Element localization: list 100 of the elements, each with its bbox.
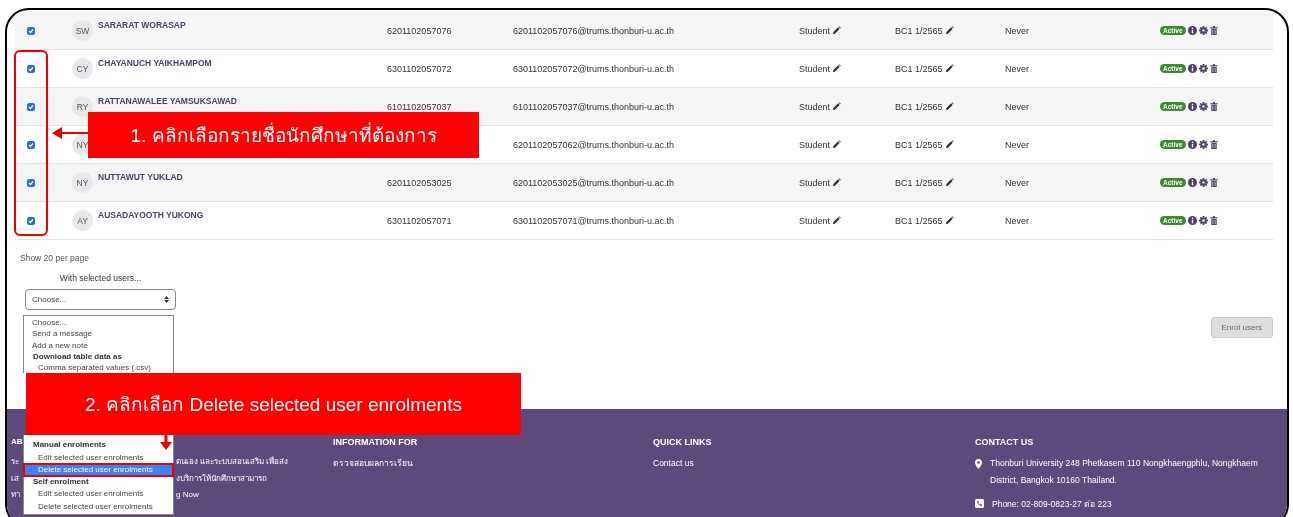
email-address: 6101102057037@trums.thonburi-u.ac.th — [513, 101, 675, 112]
user-avatar: NY — [72, 172, 93, 193]
about-text: งบริการให้นักศึกษาสามารถ — [176, 472, 267, 485]
dropdown-option[interactable]: Send a message — [24, 328, 173, 340]
last-access-text: Never — [1005, 177, 1029, 188]
role-text: Student — [799, 177, 831, 188]
row-checkbox[interactable] — [27, 140, 35, 149]
trash-icon[interactable] — [1209, 216, 1218, 225]
id-number: 6201102053025 — [387, 177, 452, 188]
info-icon[interactable] — [1187, 178, 1197, 187]
about-text: ระ — [11, 456, 19, 468]
user-avatar: CY — [72, 58, 93, 79]
user-name[interactable]: AUSADAYOOTH YUKONG — [98, 210, 204, 220]
sort-caret-icon — [164, 296, 169, 303]
last-access-text: Never — [1005, 139, 1029, 150]
user-name[interactable]: SARARAT WORASAP — [98, 20, 186, 30]
info-icon[interactable] — [1187, 140, 1197, 149]
role-text: Student — [799, 101, 831, 112]
email-address: 6201102057062@trums.thonburi-u.ac.th — [513, 139, 675, 150]
pencil-icon[interactable] — [832, 216, 842, 225]
annotation-callout: 1. คลิกเลือกรายชื่อนักศึกษาที่ต้องการ — [88, 112, 479, 158]
user-name[interactable]: RATTANAWALEE YAMSUKSAWAD — [98, 96, 237, 106]
role-text: Student — [799, 25, 831, 36]
row-checkbox[interactable] — [27, 64, 35, 73]
option-group-label: Self enrolment — [33, 476, 89, 489]
user-avatar: AY — [72, 210, 93, 231]
info-icon[interactable] — [1187, 26, 1197, 35]
dropdown-option[interactable]: Comma separated values (.csv) — [24, 362, 173, 374]
settings-icon[interactable] — [1198, 64, 1208, 73]
row-checkbox[interactable] — [27, 26, 35, 35]
dropdown-option[interactable]: Edit selected user enrolments — [24, 451, 173, 464]
phone-text: Phone: 02-809-0823-27 ต่อ 223 — [992, 498, 1112, 511]
role-text: Student — [799, 215, 831, 226]
email-address: 6301102057071@trums.thonburi-u.ac.th — [513, 215, 675, 226]
option-group-label: Download table data as — [33, 350, 122, 363]
email-address: 6201102057076@trums.thonburi-u.ac.th — [513, 25, 675, 36]
pencil-icon[interactable] — [944, 140, 954, 149]
pencil-icon[interactable] — [832, 178, 842, 187]
settings-icon[interactable] — [1198, 26, 1208, 35]
last-access-text: Never — [1005, 63, 1029, 74]
trash-icon[interactable] — [1209, 102, 1218, 111]
user-avatar: RY — [72, 96, 93, 117]
dropdown-option[interactable]: Delete selected user enrolments — [24, 500, 173, 513]
row-checkbox[interactable] — [27, 102, 35, 111]
settings-icon[interactable] — [1198, 140, 1208, 149]
pencil-icon[interactable] — [832, 140, 842, 149]
dropdown-option[interactable]: Delete selected user enrolments — [24, 463, 173, 477]
bulk-action-select[interactable]: Choose... — [25, 289, 176, 310]
trash-icon[interactable] — [1209, 64, 1218, 73]
info-icon[interactable] — [1187, 102, 1197, 111]
user-avatar: SW — [72, 20, 93, 41]
user-name[interactable]: CHAYANUCH YAIKHAMPOM — [98, 58, 212, 68]
email-address: 6301102057072@trums.thonburi-u.ac.th — [513, 63, 675, 74]
footer-link[interactable]: Contact us — [653, 455, 975, 472]
row-checkbox[interactable] — [27, 216, 35, 225]
pencil-icon[interactable] — [832, 102, 842, 111]
footer-heading: INFORMATION FOR — [333, 437, 418, 447]
dropdown-option[interactable]: Edit selected user enrolments — [24, 488, 173, 501]
dropdown-option[interactable]: Choose... — [24, 317, 173, 329]
about-text: เส — [11, 472, 19, 485]
id-number: 6301102057072 — [387, 63, 452, 74]
pencil-icon[interactable] — [944, 216, 954, 225]
pencil-icon[interactable] — [832, 26, 842, 35]
settings-icon[interactable] — [1198, 178, 1208, 187]
info-icon[interactable] — [1187, 64, 1197, 73]
about-text: ทา — [11, 489, 20, 501]
role-text: Student — [799, 63, 831, 74]
pointer-arrow — [160, 435, 172, 450]
group-text: BC1 1/2565 — [895, 177, 943, 188]
enrol-users-button[interactable]: Enrol users — [1210, 317, 1273, 338]
pencil-icon[interactable] — [944, 26, 954, 35]
option-group-label: Manual enrolments — [33, 439, 106, 452]
pencil-icon[interactable] — [944, 64, 954, 73]
settings-icon[interactable] — [1198, 102, 1208, 111]
footer-heading: AB — [11, 437, 23, 446]
settings-icon[interactable] — [1198, 216, 1208, 225]
group-text: BC1 1/2565 — [895, 101, 943, 112]
last-access-text: Never — [1005, 101, 1029, 112]
row-checkbox[interactable] — [27, 178, 35, 187]
footer-link[interactable]: ตรวจสอบผลการเรียน — [333, 455, 653, 472]
last-access-text: Never — [1005, 215, 1029, 226]
per-page-link[interactable]: Show 20 per page — [20, 253, 1287, 263]
id-number: 6201102057076 — [387, 25, 452, 36]
info-icon[interactable] — [1187, 216, 1197, 225]
trash-icon[interactable] — [1209, 140, 1218, 149]
about-text: ตนเอง และระบบสอนเสริม เพื่อส่ง — [176, 455, 289, 468]
dropdown-option[interactable]: Add a new note — [24, 339, 173, 351]
address-text: Thonburi University 248 Phetkasem 110 Nongkhaengphlu, Nongkhaem District, Bangkok 10160 Thailand. — [990, 457, 1259, 487]
trash-icon[interactable] — [1209, 26, 1218, 35]
pencil-icon[interactable] — [944, 178, 954, 187]
user-name[interactable]: NUTTAWUT YUKLAD — [98, 172, 183, 182]
id-number: 6301102057071 — [387, 215, 452, 226]
pencil-icon[interactable] — [832, 64, 842, 73]
pencil-icon[interactable] — [944, 102, 954, 111]
group-text: BC1 1/2565 — [895, 139, 943, 150]
email-address: 6201102053025@trums.thonburi-u.ac.th — [513, 177, 675, 188]
role-text: Student — [799, 139, 831, 150]
annotation-callout: 2. คลิกเลือก Delete selected user enrolments — [26, 373, 521, 435]
trash-icon[interactable] — [1209, 178, 1218, 187]
footer-heading: CONTACT US — [975, 437, 1034, 447]
